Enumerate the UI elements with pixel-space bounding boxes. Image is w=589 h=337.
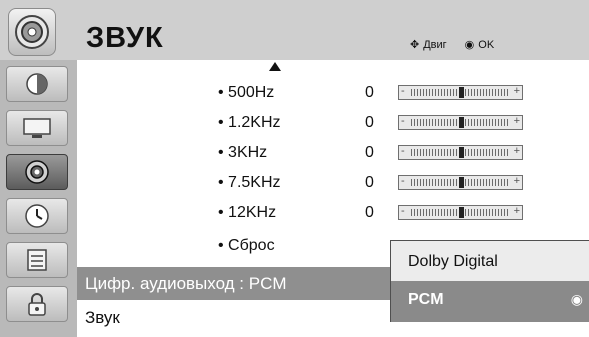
minus-icon: - [401, 175, 405, 187]
nav-hint: ✥ Двиг ◉ OK [410, 38, 495, 52]
slider-knob[interactable] [458, 207, 464, 218]
minus-icon: - [401, 85, 405, 97]
digital-audio-out-dropdown: Dolby Digital PCM ◉ [390, 240, 589, 322]
slider-knob[interactable] [458, 87, 464, 98]
eq-band-value: 0 [365, 174, 374, 191]
eq-row-12khz[interactable]: • 12KHz 0 - + [77, 197, 589, 227]
option-icon [27, 249, 47, 271]
sidebar-item-picture[interactable] [6, 66, 68, 102]
eq-slider[interactable]: - + [398, 85, 523, 100]
plus-icon: + [513, 115, 520, 127]
option-pcm[interactable]: PCM ◉ [391, 281, 589, 322]
plus-icon: + [513, 145, 520, 157]
option-dolby-digital[interactable]: Dolby Digital [391, 241, 589, 281]
osd-menu: ЗВУК ✥ Двиг ◉ OK • 500Hz 0 - + • 1.2KHz … [0, 0, 589, 337]
sidebar-item-option[interactable] [6, 242, 68, 278]
plus-icon: + [513, 175, 520, 187]
eq-row-1-2khz[interactable]: • 1.2KHz 0 - + [77, 107, 589, 137]
ok-button-icon: ◉ [464, 39, 475, 51]
eq-band-value: 0 [365, 84, 374, 101]
picture-icon [26, 73, 48, 95]
eq-row-500hz[interactable]: • 500Hz 0 - + [77, 77, 589, 107]
minus-icon: - [401, 145, 405, 157]
option-label: PCM [408, 291, 444, 308]
sidebar-item-sound[interactable] [6, 154, 68, 190]
option-label: Dolby Digital [408, 253, 498, 270]
eq-band-label: • 500Hz [218, 84, 275, 101]
category-sidebar [0, 60, 77, 337]
menu-header: ЗВУК ✥ Двиг ◉ OK [0, 0, 589, 60]
sidebar-item-time[interactable] [6, 198, 68, 234]
minus-icon: - [401, 115, 405, 127]
eq-slider[interactable]: - + [398, 205, 523, 220]
speaker-icon [8, 8, 56, 56]
move-arrows-icon: ✥ [410, 39, 420, 51]
plus-icon: + [513, 205, 520, 217]
eq-band-label: • 12KHz [218, 204, 277, 221]
eq-band-value: 0 [365, 114, 374, 131]
minus-icon: - [401, 205, 405, 217]
eq-row-3khz[interactable]: • 3KHz 0 - + [77, 137, 589, 167]
lock-icon [28, 293, 46, 316]
eq-row-7-5khz[interactable]: • 7.5KHz 0 - + [77, 167, 589, 197]
sound-icon [25, 160, 49, 184]
slider-knob[interactable] [458, 117, 464, 128]
page-title: ЗВУК [86, 22, 164, 54]
digital-audio-out-label: Цифр. аудиовыход : PCM [85, 274, 287, 293]
clock-icon [25, 204, 49, 228]
eq-slider[interactable]: - + [398, 115, 523, 130]
eq-band-label: • 3KHz [218, 144, 268, 161]
slider-knob[interactable] [458, 177, 464, 188]
plus-icon: + [513, 85, 520, 97]
eq-band-value: 0 [365, 144, 374, 161]
eq-band-value: 0 [365, 204, 374, 221]
eq-slider[interactable]: - + [398, 175, 523, 190]
eq-band-label: • 1.2KHz [218, 114, 281, 131]
reset-button[interactable]: • Сброс [218, 237, 275, 255]
eq-slider[interactable]: - + [398, 145, 523, 160]
eq-band-label: • 7.5KHz [218, 174, 281, 191]
sidebar-item-screen[interactable] [6, 110, 68, 146]
slider-knob[interactable] [458, 147, 464, 158]
scroll-up-arrow-icon[interactable] [269, 62, 281, 71]
move-hint-label: Двиг [423, 38, 447, 51]
ok-hint-label: OK [478, 38, 495, 51]
screen-icon [23, 118, 51, 138]
sound-menu-item[interactable]: Звук [85, 308, 120, 328]
selected-radio-icon: ◉ [570, 291, 583, 307]
sidebar-item-lock[interactable] [6, 286, 68, 322]
